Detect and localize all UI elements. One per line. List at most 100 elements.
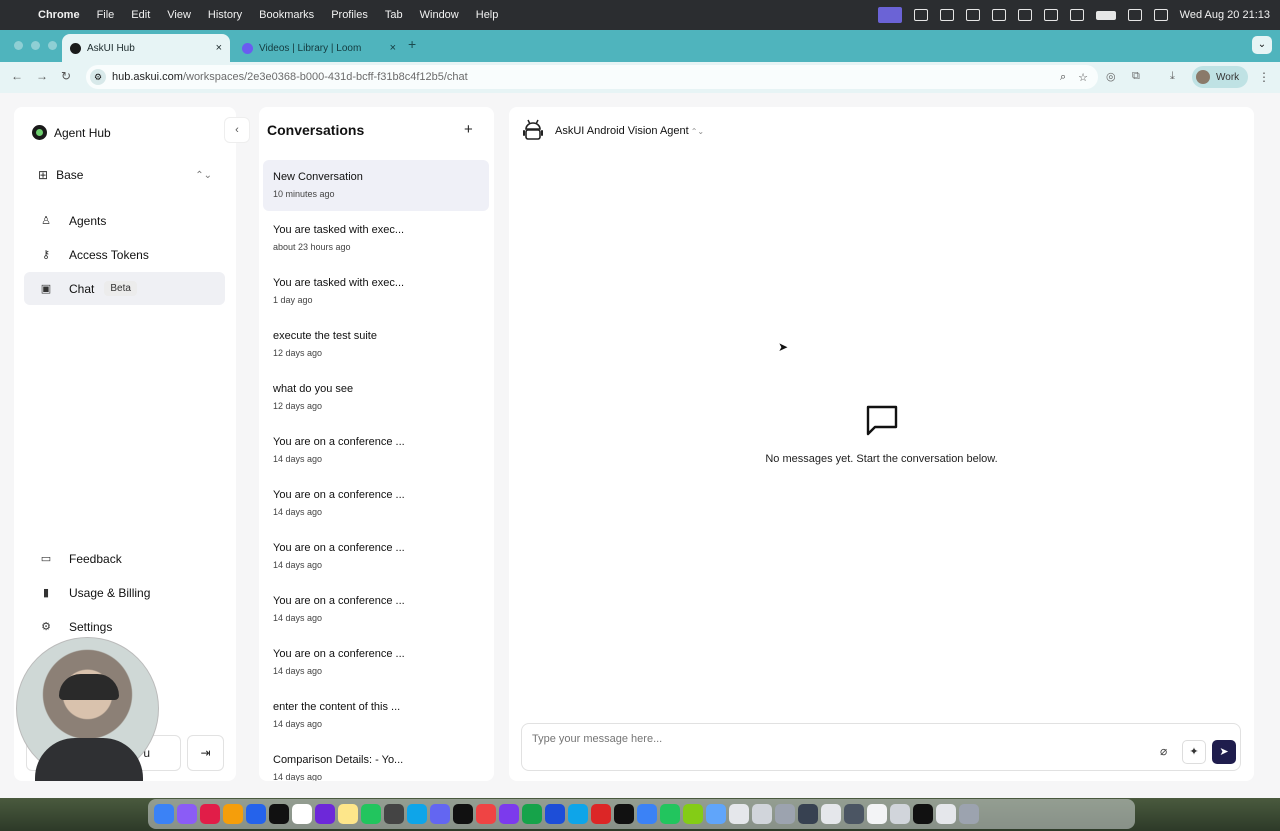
menu-window[interactable]: Window	[420, 9, 459, 21]
app-icon[interactable]	[637, 804, 657, 824]
trash-icon[interactable]	[959, 804, 979, 824]
finder-icon[interactable]	[154, 804, 174, 824]
profile-button[interactable]: Work	[1192, 66, 1248, 88]
minimize-window-icon[interactable]	[31, 41, 40, 50]
whatsapp-icon[interactable]	[660, 804, 680, 824]
close-window-icon[interactable]	[14, 41, 23, 50]
agent-selector[interactable]: AskUI Android Vision Agent ⌃⌄	[555, 125, 704, 137]
collapse-sidebar-chevron-icon[interactable]: ‹	[224, 117, 250, 143]
window-thumbnail-icon[interactable]	[890, 804, 910, 824]
conversation-item[interactable]: what do you see 12 days ago	[263, 372, 489, 423]
wifi-icon[interactable]	[1127, 9, 1142, 21]
conversation-item[interactable]: You are on a conference ... 14 days ago	[263, 637, 489, 688]
powerpoint-icon[interactable]	[591, 804, 611, 824]
conversation-item[interactable]: enter the content of this ... 14 days ag…	[263, 690, 489, 741]
zoom-icon[interactable]: ⌕	[1060, 71, 1066, 84]
play-tray-icon[interactable]	[1069, 9, 1084, 21]
sidebar-item-feedback[interactable]: ▭ Feedback	[24, 542, 225, 575]
chatgpt-icon[interactable]	[384, 804, 404, 824]
extension-icon[interactable]: ◎	[1106, 70, 1116, 83]
app-store-icon[interactable]	[706, 804, 726, 824]
spotify-icon[interactable]	[361, 804, 381, 824]
tasks-icon[interactable]	[246, 804, 266, 824]
notes-icon[interactable]	[338, 804, 358, 824]
conversation-item[interactable]: You are on a conference ... 14 days ago	[263, 478, 489, 529]
address-bar[interactable]: ⚙ hub.askui.com /workspaces/2e3e0368-b00…	[86, 65, 1098, 89]
extensions-puzzle-icon[interactable]: ⧉	[1132, 70, 1140, 83]
terminal-icon[interactable]	[614, 804, 634, 824]
sidebar-item-access-tokens[interactable]: ⚷ Access Tokens	[24, 238, 225, 271]
close-tab-icon[interactable]: ×	[216, 42, 222, 54]
window-thumbnail-icon[interactable]	[775, 804, 795, 824]
app-icon[interactable]	[476, 804, 496, 824]
sidebar-item-chat[interactable]: ▣ Chat Beta	[24, 272, 225, 305]
grid-tray-icon[interactable]	[991, 9, 1006, 21]
tab-askui-hub[interactable]: AskUI Hub ×	[62, 34, 230, 62]
menu-app-name[interactable]: Chrome	[38, 9, 80, 21]
menu-history[interactable]: History	[208, 9, 242, 21]
notion-icon[interactable]	[269, 804, 289, 824]
paperclip-icon[interactable]: ⌀	[1160, 744, 1167, 758]
window-thumbnail-icon[interactable]	[729, 804, 749, 824]
word-icon[interactable]	[545, 804, 565, 824]
notion-tray-icon[interactable]	[1017, 9, 1032, 21]
tab-search-chevron-icon[interactable]: ⌄	[1252, 36, 1272, 54]
sidebar-item-agents[interactable]: ♙ Agents	[24, 204, 225, 237]
menu-tab[interactable]: Tab	[385, 9, 403, 21]
excel-icon[interactable]	[522, 804, 542, 824]
window-thumbnail-icon[interactable]	[913, 804, 933, 824]
menu-clock[interactable]: Wed Aug 20 21:13	[1180, 9, 1270, 21]
workspace-selector[interactable]: ⊞ Base ⌃⌄	[38, 163, 212, 187]
send-button[interactable]: ➤	[1212, 740, 1236, 764]
conversation-item[interactable]: You are on a conference ... 14 days ago	[263, 425, 489, 476]
message-input[interactable]	[532, 733, 1132, 745]
window-thumbnail-icon[interactable]	[844, 804, 864, 824]
conversation-item[interactable]: You are on a conference ... 14 days ago	[263, 584, 489, 635]
brand[interactable]: Agent Hub	[32, 125, 111, 140]
sidebar-item-settings[interactable]: ⚙ Settings	[24, 610, 225, 643]
window-thumbnail-icon[interactable]	[936, 804, 956, 824]
calendar-icon[interactable]	[292, 804, 312, 824]
app-tray-icon[interactable]	[939, 9, 954, 21]
new-tab-icon[interactable]: +	[408, 36, 416, 52]
window-thumbnail-icon[interactable]	[752, 804, 772, 824]
battery-icon[interactable]	[1095, 10, 1116, 20]
conversation-item[interactable]: New Conversation 10 minutes ago	[263, 160, 489, 211]
drive-icon[interactable]	[965, 9, 980, 21]
discord-icon[interactable]	[430, 804, 450, 824]
more-menu-icon[interactable]: ⋮	[1258, 70, 1270, 84]
calendar-tray-icon[interactable]	[1043, 9, 1058, 21]
conversation-item[interactable]: You are on a conference ... 14 days ago	[263, 531, 489, 582]
tab-loom-library[interactable]: Videos | Library | Loom ×	[234, 34, 404, 62]
teams-icon[interactable]	[315, 804, 335, 824]
mail-icon[interactable]	[407, 804, 427, 824]
menu-view[interactable]: View	[167, 9, 191, 21]
conversation-item[interactable]: You are tasked with exec... about 23 hou…	[263, 213, 489, 264]
app-icon[interactable]	[499, 804, 519, 824]
sidebar-item-usage-billing[interactable]: ▮ Usage & Billing	[24, 576, 225, 609]
sparkle-icon[interactable]: ✦	[1182, 740, 1206, 764]
forward-arrow-icon[interactable]: →	[36, 69, 48, 83]
menu-bookmarks[interactable]: Bookmarks	[259, 9, 314, 21]
conversation-item[interactable]: Comparison Details: - Yo... 14 days ago	[263, 743, 489, 781]
back-arrow-icon[interactable]: ←	[11, 69, 23, 83]
slack-icon[interactable]	[200, 804, 220, 824]
chrome-icon[interactable]	[223, 804, 243, 824]
window-thumbnail-icon[interactable]	[867, 804, 887, 824]
launchpad-icon[interactable]	[177, 804, 197, 824]
conversation-item[interactable]: execute the test suite 12 days ago	[263, 319, 489, 370]
pen-icon[interactable]	[913, 9, 928, 21]
menu-file[interactable]: File	[97, 9, 115, 21]
download-icon[interactable]: ⤓	[1170, 70, 1175, 83]
terminal-app-icon[interactable]	[453, 804, 473, 824]
new-conversation-plus-icon[interactable]: +	[464, 121, 473, 138]
bookmark-star-icon[interactable]: ☆	[1078, 71, 1088, 84]
menu-help[interactable]: Help	[476, 9, 499, 21]
search-icon[interactable]	[1153, 9, 1168, 21]
conversation-item[interactable]: You are tasked with exec... 1 day ago	[263, 266, 489, 317]
screen-recorder-icon[interactable]	[877, 7, 902, 23]
close-tab-icon[interactable]: ×	[390, 42, 396, 54]
telegram-icon[interactable]	[568, 804, 588, 824]
app-icon[interactable]	[683, 804, 703, 824]
site-settings-icon[interactable]: ⚙	[90, 69, 106, 85]
